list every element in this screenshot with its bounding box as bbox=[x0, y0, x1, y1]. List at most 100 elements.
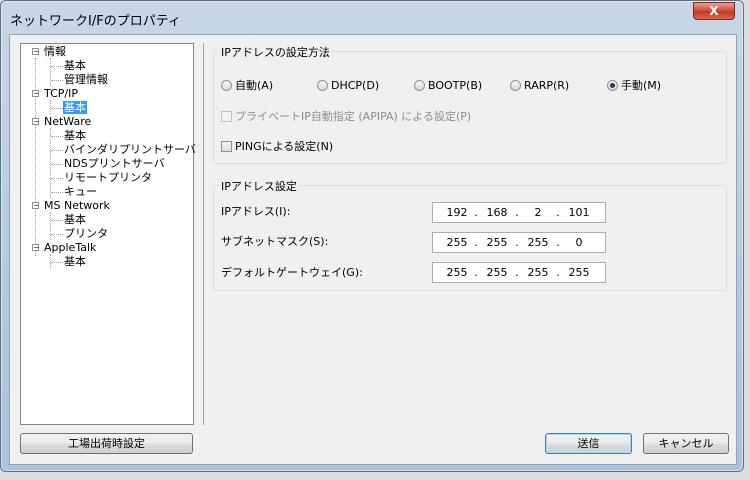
window-title: ネットワークI/Fのプロパティ bbox=[10, 14, 181, 29]
tree-connector bbox=[51, 234, 63, 235]
ip-octet-3: 2 bbox=[534, 206, 542, 219]
checkbox-box bbox=[221, 141, 232, 152]
tree-item-label: 基本 bbox=[64, 59, 86, 72]
ip-settings-group-title: IPアドレス設定 bbox=[219, 178, 299, 194]
tree-item-remote-printer[interactable]: リモートプリンタ bbox=[63, 171, 153, 185]
tree-connector bbox=[51, 80, 63, 81]
dialog-client: − 情報 基本 管理情報 − TCP/IP 基本 − NetWare 基本 バイ… bbox=[9, 34, 737, 465]
tree-connector bbox=[51, 136, 63, 137]
subnet-mask-field[interactable]: 255 . 255 . 255 . 0 bbox=[432, 232, 606, 253]
ip-octet-1: 192 bbox=[446, 206, 468, 219]
tree-item-netware[interactable]: NetWare bbox=[43, 115, 92, 129]
tree-item-label: AppleTalk bbox=[44, 241, 97, 254]
radio-dhcp[interactable]: DHCP(D) bbox=[317, 79, 379, 93]
octet-separator: . bbox=[474, 206, 478, 219]
octet-separator: . bbox=[515, 266, 519, 279]
radio-indicator bbox=[510, 80, 521, 91]
tree-item-tcpip[interactable]: TCP/IP bbox=[43, 87, 79, 101]
tree-item-bindery-print-server[interactable]: バインダリプリントサーバ bbox=[63, 143, 197, 157]
collapse-icon[interactable]: − bbox=[32, 202, 40, 210]
tree-connector bbox=[50, 128, 51, 198]
default-gateway-label: デフォルトゲートウェイ(G): bbox=[221, 266, 363, 279]
tree-item-label: 基本 bbox=[63, 101, 87, 114]
tree-connector bbox=[50, 254, 51, 268]
radio-indicator-selected bbox=[607, 80, 618, 91]
ping-checkbox[interactable]: PINGによる設定(N) bbox=[221, 140, 333, 154]
title-bar[interactable]: ネットワークI/Fのプロパティ X bbox=[1, 1, 743, 35]
collapse-icon[interactable]: − bbox=[32, 244, 40, 252]
octet-separator: . bbox=[556, 236, 560, 249]
subnet-octet-2: 255 bbox=[486, 236, 508, 249]
radio-indicator bbox=[221, 80, 232, 91]
close-button[interactable]: X bbox=[693, 2, 735, 20]
tree-item-label: キュー bbox=[64, 185, 97, 198]
octet-separator: . bbox=[556, 206, 560, 219]
factory-reset-button[interactable]: 工場出荷時設定 bbox=[20, 433, 193, 454]
gateway-octet-1: 255 bbox=[446, 266, 468, 279]
ip-method-group-title: IPアドレスの設定方法 bbox=[219, 44, 332, 60]
collapse-icon[interactable]: − bbox=[32, 90, 40, 98]
tree-item-appletalk-basic[interactable]: 基本 bbox=[63, 255, 87, 269]
radio-rarp[interactable]: RARP(R) bbox=[510, 79, 569, 93]
ip-octet-4: 101 bbox=[568, 206, 590, 219]
tree-connector bbox=[51, 66, 63, 67]
tree-item-queue[interactable]: キュー bbox=[63, 185, 98, 199]
default-gateway-field[interactable]: 255 . 255 . 255 . 255 bbox=[432, 262, 606, 283]
radio-auto[interactable]: 自動(A) bbox=[221, 79, 273, 93]
subnet-mask-label: サブネットマスク(S): bbox=[221, 235, 329, 248]
radio-rarp-label: RARP(R) bbox=[524, 79, 570, 92]
tree-connector bbox=[51, 192, 63, 193]
radio-manual-label: 手動(M) bbox=[621, 79, 662, 92]
ip-address-field[interactable]: 192 . 168 . 2 . 101 bbox=[432, 202, 606, 223]
tree-connector bbox=[51, 220, 63, 221]
tree-connector bbox=[51, 164, 63, 165]
radio-bootp[interactable]: BOOTP(B) bbox=[414, 79, 482, 93]
tree-item-ms-network-printer[interactable]: プリンタ bbox=[63, 227, 109, 241]
collapse-icon[interactable]: − bbox=[32, 118, 40, 126]
radio-bootp-label: BOOTP(B) bbox=[428, 79, 483, 92]
tree-item-label: TCP/IP bbox=[44, 87, 78, 100]
tree-item-label: プリンタ bbox=[64, 227, 108, 240]
tree-item-info[interactable]: 情報 bbox=[43, 45, 67, 59]
tree-connector bbox=[50, 212, 51, 240]
tree-item-label: MS Network bbox=[44, 199, 110, 212]
radio-dhcp-label: DHCP(D) bbox=[331, 79, 380, 92]
tree-item-info-basic[interactable]: 基本 bbox=[63, 59, 87, 73]
subnet-octet-1: 255 bbox=[446, 236, 468, 249]
radio-indicator bbox=[317, 80, 328, 91]
apipa-checkbox[interactable]: プライベートIP自動指定 (APIPA) による設定(P) bbox=[221, 110, 471, 124]
octet-separator: . bbox=[556, 266, 560, 279]
collapse-icon[interactable]: − bbox=[32, 48, 40, 56]
tree-item-appletalk[interactable]: AppleTalk bbox=[43, 241, 97, 255]
cancel-button[interactable]: キャンセル bbox=[643, 433, 729, 454]
tree-item-info-management[interactable]: 管理情報 bbox=[63, 73, 109, 87]
gateway-octet-4: 255 bbox=[568, 266, 590, 279]
tree-item-label: バインダリプリントサーバ bbox=[64, 143, 196, 156]
subnet-octet-3: 255 bbox=[527, 236, 549, 249]
tree-item-ms-network-basic[interactable]: 基本 bbox=[63, 213, 87, 227]
tree-connector bbox=[50, 100, 51, 114]
send-button[interactable]: 送信 bbox=[545, 433, 632, 454]
ping-checkbox-label: PINGによる設定(N) bbox=[235, 140, 334, 153]
radio-indicator bbox=[414, 80, 425, 91]
tree-item-ms-network[interactable]: MS Network bbox=[43, 199, 111, 213]
tree-connector bbox=[50, 58, 51, 86]
ip-octet-2: 168 bbox=[486, 206, 508, 219]
apipa-checkbox-label: プライベートIP自動指定 (APIPA) による設定(P) bbox=[235, 110, 472, 123]
checkbox-box bbox=[221, 111, 232, 122]
radio-manual[interactable]: 手動(M) bbox=[607, 79, 661, 93]
tree-item-netware-basic[interactable]: 基本 bbox=[63, 129, 87, 143]
tree-item-label: NDSプリントサーバ bbox=[64, 157, 165, 170]
tree-item-label: 基本 bbox=[64, 255, 86, 268]
tree-connector bbox=[51, 108, 63, 109]
tree-item-tcpip-basic[interactable]: 基本 bbox=[63, 101, 87, 115]
ip-address-label: IPアドレス(I): bbox=[221, 205, 291, 218]
octet-separator: . bbox=[515, 206, 519, 219]
octet-separator: . bbox=[474, 236, 478, 249]
tree-item-nds-print-server[interactable]: NDSプリントサーバ bbox=[63, 157, 166, 171]
octet-separator: . bbox=[474, 266, 478, 279]
settings-tree[interactable]: − 情報 基本 管理情報 − TCP/IP 基本 − NetWare 基本 バイ… bbox=[20, 43, 197, 425]
gateway-octet-2: 255 bbox=[486, 266, 508, 279]
tree-connector bbox=[51, 262, 63, 263]
octet-separator: . bbox=[515, 236, 519, 249]
